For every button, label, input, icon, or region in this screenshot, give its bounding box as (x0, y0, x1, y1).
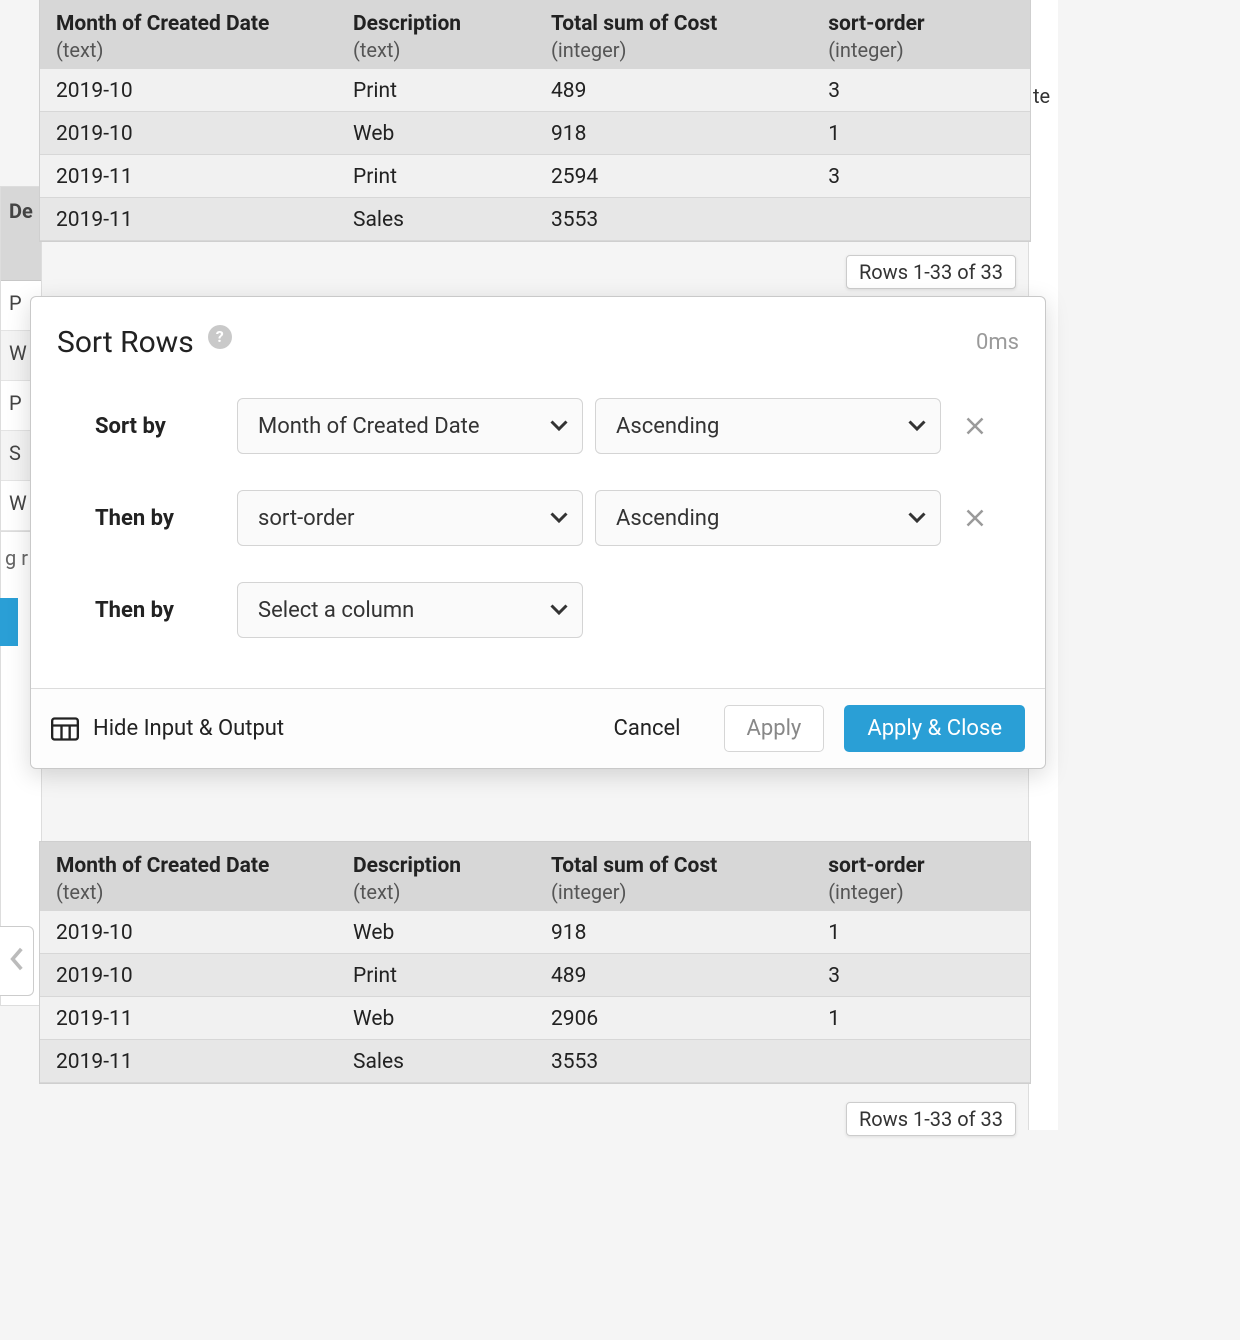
remove-sort-button[interactable] (959, 502, 991, 534)
bg-blue-handle (0, 598, 18, 646)
cancel-button[interactable]: Cancel (591, 705, 704, 752)
output-table: Month of Created Date(text) Description(… (40, 842, 1030, 1083)
chevron-down-icon (908, 420, 926, 432)
col-header[interactable]: Description(text) (337, 842, 535, 911)
col-header[interactable]: sort-order(integer) (812, 0, 1030, 69)
output-table-wrap: Month of Created Date(text) Description(… (40, 842, 1030, 1142)
apply-button[interactable]: Apply (724, 705, 825, 752)
col-header[interactable]: sort-order(integer) (812, 842, 1030, 911)
bg-right-char: te (1033, 84, 1050, 108)
table-row[interactable]: 2019-10Web9181 (40, 112, 1030, 155)
table-row[interactable]: 2019-10Web9181 (40, 911, 1030, 954)
collapse-handle[interactable] (0, 926, 34, 996)
sort-column-select[interactable]: Month of Created Date (237, 398, 583, 454)
help-icon[interactable]: ? (208, 325, 232, 349)
sort-column-select[interactable]: sort-order (237, 490, 583, 546)
table-row[interactable]: 2019-10Print4893 (40, 69, 1030, 112)
chevron-down-icon (908, 512, 926, 524)
sort-by-label: Sort by (95, 414, 225, 439)
table-row[interactable]: 2019-10Print4893 (40, 954, 1030, 997)
chevron-left-icon (8, 946, 26, 977)
sort-direction-select[interactable]: Ascending (595, 398, 941, 454)
sort-row-add: Then by Select a column (95, 582, 1019, 638)
sort-row-secondary: Then by sort-order Ascending (95, 490, 1019, 546)
input-table: Month of Created Date(text) Description(… (40, 0, 1030, 241)
sort-rows-dialog: Sort Rows ? 0ms Sort by Month of Created… (30, 296, 1046, 769)
chevron-down-icon (550, 420, 568, 432)
table-header-row: Month of Created Date(text) Description(… (40, 842, 1030, 911)
rowcount-badge: Rows 1-33 of 33 (846, 255, 1016, 289)
table-row[interactable]: 2019-11Print25943 (40, 155, 1030, 198)
col-header[interactable]: Total sum of Cost(integer) (535, 842, 812, 911)
sort-row-primary: Sort by Month of Created Date Ascending (95, 398, 1019, 454)
then-by-label: Then by (95, 506, 225, 531)
col-header[interactable]: Total sum of Cost(integer) (535, 0, 812, 69)
then-by-label: Then by (95, 598, 225, 623)
apply-close-button[interactable]: Apply & Close (844, 705, 1025, 752)
execution-time: 0ms (976, 330, 1019, 355)
input-table-wrap: Month of Created Date(text) Description(… (40, 0, 1030, 295)
chevron-down-icon (550, 604, 568, 616)
remove-sort-button[interactable] (959, 410, 991, 442)
sort-column-select[interactable]: Select a column (237, 582, 583, 638)
col-header[interactable]: Month of Created Date(text) (40, 0, 337, 69)
table-row[interactable]: 2019-11Web29061 (40, 997, 1030, 1040)
table-row[interactable]: 2019-11Sales3553 (40, 1040, 1030, 1083)
hide-io-button[interactable]: Hide Input & Output (51, 716, 284, 741)
bg-left-header: De (1, 187, 41, 281)
dialog-title: Sort Rows (57, 325, 194, 360)
table-icon (51, 717, 79, 741)
table-header-row: Month of Created Date(text) Description(… (40, 0, 1030, 69)
col-header[interactable]: Description(text) (337, 0, 535, 69)
dialog-body: Sort by Month of Created Date Ascending … (31, 368, 1045, 688)
rowcount-badge: Rows 1-33 of 33 (846, 1102, 1016, 1136)
sort-direction-select[interactable]: Ascending (595, 490, 941, 546)
col-header[interactable]: Month of Created Date(text) (40, 842, 337, 911)
dialog-footer: Hide Input & Output Cancel Apply Apply &… (31, 688, 1045, 768)
hide-io-label: Hide Input & Output (93, 716, 284, 741)
chevron-down-icon (550, 512, 568, 524)
dialog-header: Sort Rows ? 0ms (31, 297, 1045, 368)
table-row[interactable]: 2019-11Sales3553 (40, 198, 1030, 241)
